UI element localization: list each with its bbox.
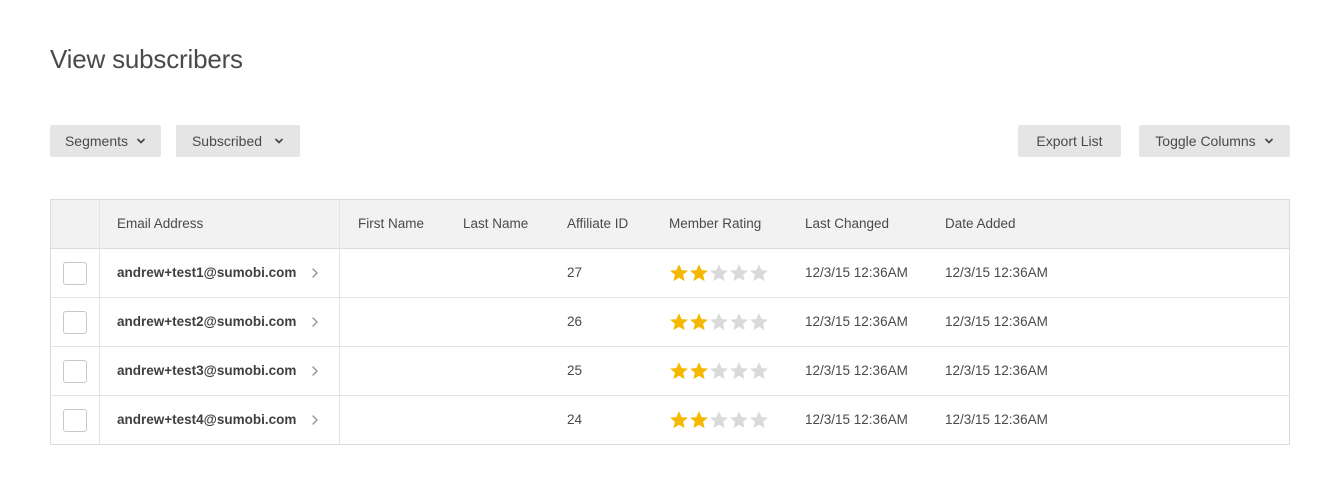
date-added-cell: 12/3/15 12:36AM bbox=[945, 412, 1048, 427]
chevron-down-icon bbox=[137, 138, 145, 144]
column-divider bbox=[99, 347, 100, 395]
star-filled-icon bbox=[670, 362, 688, 380]
export-list-button[interactable]: Export List bbox=[1018, 125, 1121, 157]
last-changed-cell: 12/3/15 12:36AM bbox=[805, 265, 908, 280]
email-cell[interactable]: andrew+test3@sumobi.com bbox=[117, 347, 296, 395]
date-added-cell: 12/3/15 12:36AM bbox=[945, 265, 1048, 280]
chevron-right-icon[interactable] bbox=[309, 316, 321, 328]
toggle-columns-button[interactable]: Toggle Columns bbox=[1139, 125, 1290, 157]
chevron-down-icon bbox=[275, 138, 283, 144]
chevron-right-icon[interactable] bbox=[309, 365, 321, 377]
column-divider bbox=[99, 396, 100, 444]
member-rating-stars bbox=[669, 410, 769, 430]
header-last-changed[interactable]: Last Changed bbox=[805, 200, 889, 248]
star-empty-icon bbox=[730, 362, 748, 380]
email-cell[interactable]: andrew+test1@sumobi.com bbox=[117, 249, 296, 297]
star-empty-icon bbox=[710, 313, 728, 331]
date-added-cell: 12/3/15 12:36AM bbox=[945, 363, 1048, 378]
affiliate-id-cell: 25 bbox=[567, 363, 583, 378]
column-divider bbox=[339, 396, 340, 444]
subscribed-label: Subscribed bbox=[191, 133, 263, 149]
row-checkbox[interactable] bbox=[63, 262, 87, 285]
affiliate-id-cell: 27 bbox=[567, 265, 583, 280]
row-checkbox[interactable] bbox=[63, 311, 87, 334]
column-divider bbox=[99, 249, 100, 297]
last-changed-cell: 12/3/15 12:36AM bbox=[805, 412, 908, 427]
email-cell[interactable]: andrew+test2@sumobi.com bbox=[117, 298, 296, 346]
star-empty-icon bbox=[730, 411, 748, 429]
segments-label: Segments bbox=[64, 133, 129, 149]
star-empty-icon bbox=[750, 264, 768, 282]
header-date-added[interactable]: Date Added bbox=[945, 200, 1016, 248]
subscribers-table: Email Address First Name Last Name Affil… bbox=[50, 199, 1290, 445]
star-filled-icon bbox=[670, 411, 688, 429]
date-added-cell: 12/3/15 12:36AM bbox=[945, 314, 1048, 329]
column-divider bbox=[339, 200, 340, 248]
header-last-name[interactable]: Last Name bbox=[463, 200, 528, 248]
row-checkbox[interactable] bbox=[63, 360, 87, 383]
subscribed-dropdown-button[interactable]: Subscribed bbox=[176, 125, 300, 157]
star-empty-icon bbox=[710, 411, 728, 429]
column-divider bbox=[339, 347, 340, 395]
star-filled-icon bbox=[670, 264, 688, 282]
member-rating-stars bbox=[669, 263, 769, 283]
table-row: andrew+test3@sumobi.com 25 12/3/15 12:36… bbox=[51, 347, 1289, 396]
star-empty-icon bbox=[710, 362, 728, 380]
last-changed-cell: 12/3/15 12:36AM bbox=[805, 363, 908, 378]
header-member-rating[interactable]: Member Rating bbox=[669, 200, 761, 248]
row-checkbox[interactable] bbox=[63, 409, 87, 432]
segments-dropdown-button[interactable]: Segments bbox=[50, 125, 161, 157]
table-row: andrew+test2@sumobi.com 26 12/3/15 12:36… bbox=[51, 298, 1289, 347]
table-row: andrew+test4@sumobi.com 24 12/3/15 12:36… bbox=[51, 396, 1289, 444]
star-empty-icon bbox=[750, 362, 768, 380]
column-divider bbox=[99, 200, 100, 248]
member-rating-stars bbox=[669, 361, 769, 381]
table-header-row: Email Address First Name Last Name Affil… bbox=[51, 200, 1289, 249]
column-divider bbox=[339, 249, 340, 297]
last-changed-cell: 12/3/15 12:36AM bbox=[805, 314, 908, 329]
header-affiliate-id[interactable]: Affiliate ID bbox=[567, 200, 628, 248]
star-filled-icon bbox=[670, 313, 688, 331]
header-email-address[interactable]: Email Address bbox=[117, 200, 203, 248]
star-filled-icon bbox=[690, 264, 708, 282]
column-divider bbox=[99, 298, 100, 346]
chevron-down-icon bbox=[1264, 138, 1273, 144]
column-divider bbox=[339, 298, 340, 346]
star-filled-icon bbox=[690, 313, 708, 331]
affiliate-id-cell: 26 bbox=[567, 314, 583, 329]
email-cell[interactable]: andrew+test4@sumobi.com bbox=[117, 396, 296, 444]
page-title: View subscribers bbox=[50, 44, 243, 74]
star-filled-icon bbox=[690, 411, 708, 429]
star-empty-icon bbox=[730, 264, 748, 282]
chevron-right-icon[interactable] bbox=[309, 414, 321, 426]
header-first-name[interactable]: First Name bbox=[358, 200, 424, 248]
export-list-label: Export List bbox=[1036, 133, 1103, 149]
star-empty-icon bbox=[750, 411, 768, 429]
star-empty-icon bbox=[730, 313, 748, 331]
member-rating-stars bbox=[669, 312, 769, 332]
affiliate-id-cell: 24 bbox=[567, 412, 583, 427]
table-row: andrew+test1@sumobi.com 27 12/3/15 12:36… bbox=[51, 249, 1289, 298]
star-filled-icon bbox=[690, 362, 708, 380]
toggle-columns-label: Toggle Columns bbox=[1155, 133, 1256, 149]
chevron-right-icon[interactable] bbox=[309, 267, 321, 279]
star-empty-icon bbox=[710, 264, 728, 282]
star-empty-icon bbox=[750, 313, 768, 331]
